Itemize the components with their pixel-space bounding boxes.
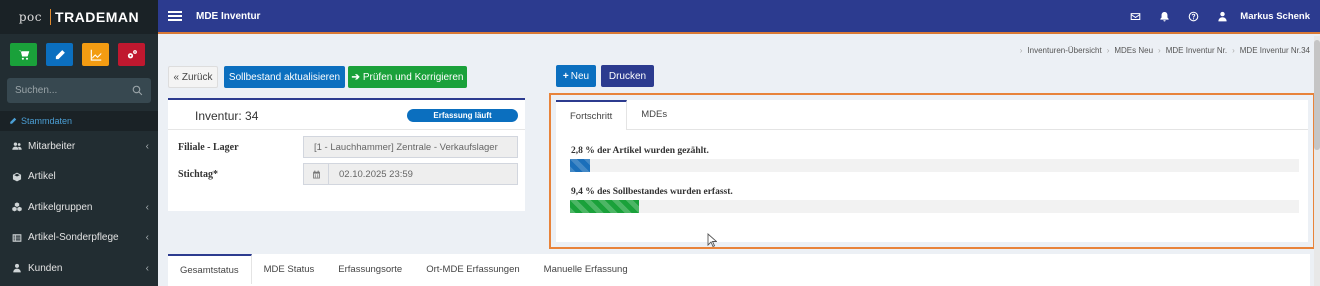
users-icon bbox=[12, 142, 22, 150]
chevron-left-icon: ‹ bbox=[145, 262, 149, 274]
tab-fortschritt[interactable]: Fortschritt bbox=[556, 100, 628, 130]
user-menu[interactable]: Markus Schenk bbox=[1217, 11, 1310, 22]
statistics-button[interactable] bbox=[82, 43, 109, 66]
inventory-title: Inventur: 34 bbox=[195, 109, 259, 123]
status-tabs-box: Gesamtstatus MDE Status Erfassungsorte O… bbox=[168, 254, 1310, 286]
top-header: MDE Inventur Markus Schenk bbox=[158, 0, 1320, 34]
date-value: 02.10.2025 23:59 bbox=[339, 168, 413, 180]
tab-ort-mde-erfassungen[interactable]: Ort-MDE Erfassungen bbox=[414, 254, 531, 284]
logo-separator bbox=[50, 9, 52, 25]
arrow-right-icon: ➔ bbox=[351, 71, 360, 83]
chevron-left-icon: ‹ bbox=[145, 140, 149, 152]
tab-mde-status[interactable]: MDE Status bbox=[252, 254, 327, 284]
search-icon[interactable] bbox=[132, 85, 143, 96]
edit-button[interactable] bbox=[46, 43, 73, 66]
bell-icon[interactable] bbox=[1159, 11, 1170, 22]
divider bbox=[168, 129, 525, 130]
check-correct-label: Prüfen und Korrigieren bbox=[362, 71, 464, 83]
cart-button[interactable] bbox=[10, 43, 37, 66]
cube-icon bbox=[12, 172, 22, 182]
plus-icon: + bbox=[562, 70, 569, 82]
sidebar-item-kunden[interactable]: Kunden ‹ bbox=[0, 253, 158, 284]
breadcrumb-item[interactable]: Inventuren-Übersicht bbox=[1027, 46, 1101, 55]
breadcrumb: › Inventuren-Übersicht › MDEs Neu › MDE … bbox=[1019, 46, 1310, 55]
chevron-left-icon: ‹ bbox=[145, 232, 149, 244]
sidebar-search bbox=[7, 78, 151, 103]
progress-label-articles: 2,8 % der Artikel wurden gezählt. bbox=[571, 146, 709, 156]
user-icon bbox=[1218, 11, 1227, 21]
branch-field: [1 - Lauchhammer] Zentrale - Verkaufslag… bbox=[303, 136, 518, 158]
date-label: Stichtag* bbox=[178, 169, 218, 180]
logo-poc: poc bbox=[18, 10, 43, 24]
sidebar-item-label: Artikel-Sonderpflege bbox=[28, 232, 119, 244]
sidebar-item-artikelgruppen[interactable]: Artikelgruppen ‹ bbox=[0, 192, 158, 223]
date-field: 02.10.2025 23:59 bbox=[303, 163, 518, 185]
progress-fill-stock bbox=[570, 200, 639, 213]
status-badge: Erfassung läuft bbox=[407, 109, 518, 122]
pencil-small-icon bbox=[10, 117, 17, 124]
tab-manuelle-erfassung[interactable]: Manuelle Erfassung bbox=[532, 254, 640, 284]
logo-brand: TRADEMAN bbox=[55, 9, 140, 25]
progress-fill-articles bbox=[570, 159, 591, 172]
branch-label: Filiale - Lager bbox=[178, 142, 239, 153]
progress-label-stock: 9,4 % des Sollbestandes wurden erfasst. bbox=[571, 187, 733, 197]
main-content: › Inventuren-Übersicht › MDEs Neu › MDE … bbox=[158, 36, 1320, 286]
progress-bar-articles bbox=[570, 159, 1299, 172]
sidebar-item-label: Mitarbeiter bbox=[28, 140, 76, 152]
sidebar-item-label: Artikel bbox=[28, 171, 56, 183]
app-logo[interactable]: poc TRADEMAN bbox=[0, 0, 158, 34]
print-button[interactable]: Drucken bbox=[601, 65, 654, 87]
pencil-icon bbox=[55, 49, 65, 59]
mouse-cursor-icon bbox=[707, 233, 717, 247]
new-button[interactable]: + Neu bbox=[556, 65, 596, 87]
chart-icon bbox=[90, 49, 101, 61]
scrollbar-thumb[interactable] bbox=[1314, 40, 1320, 150]
inventory-info-box: Inventur: 34 Erfassung läuft Filiale - L… bbox=[168, 98, 525, 211]
quick-actions bbox=[0, 34, 158, 66]
progress-box: Fortschritt MDEs 2,8 % der Artikel wurde… bbox=[549, 93, 1315, 249]
settings-button[interactable] bbox=[118, 43, 145, 66]
breadcrumb-current: MDE Inventur Nr.34 bbox=[1239, 46, 1310, 55]
cart-icon bbox=[18, 50, 29, 60]
section-stammdaten[interactable]: Stammdaten bbox=[0, 111, 158, 131]
user-icon bbox=[13, 264, 21, 273]
sidebar-item-artikel-sonderpflege[interactable]: Artikel-Sonderpflege ‹ bbox=[0, 223, 158, 254]
progress-tabs-panel: Fortschritt MDEs 2,8 % der Artikel wurde… bbox=[556, 100, 1308, 247]
new-label: Neu bbox=[570, 70, 590, 82]
page-scrollbar[interactable] bbox=[1314, 36, 1320, 286]
progress-bar-stock bbox=[570, 200, 1299, 213]
cubes-icon bbox=[12, 202, 22, 212]
chevron-left-icon: ‹ bbox=[145, 201, 149, 213]
menu-toggle-icon[interactable] bbox=[168, 9, 182, 23]
back-button[interactable]: « Zurück bbox=[168, 66, 218, 88]
breadcrumb-item[interactable]: MDE Inventur Nr. bbox=[1166, 46, 1227, 55]
status-tabbar: Gesamtstatus MDE Status Erfassungsorte O… bbox=[168, 254, 1310, 284]
sidebar: poc TRADEMAN Stammdaten Mitarbeiter ‹ bbox=[0, 0, 158, 286]
help-icon[interactable] bbox=[1188, 11, 1199, 22]
sidebar-item-label: Artikelgruppen bbox=[28, 201, 93, 213]
calendar-icon bbox=[304, 164, 329, 184]
sidebar-item-mitarbeiter[interactable]: Mitarbeiter ‹ bbox=[0, 131, 158, 162]
envelope-icon[interactable] bbox=[1130, 11, 1141, 22]
update-stock-button[interactable]: Sollbestand aktualisieren bbox=[224, 66, 345, 88]
sidebar-item-artikel[interactable]: Artikel bbox=[0, 162, 158, 193]
page-title: MDE Inventur bbox=[196, 10, 261, 22]
tab-erfassungsorte[interactable]: Erfassungsorte bbox=[326, 254, 414, 284]
check-correct-button[interactable]: ➔ Prüfen und Korrigieren bbox=[348, 66, 467, 88]
search-input[interactable] bbox=[15, 85, 115, 96]
sidebar-item-label: Kunden bbox=[28, 262, 63, 274]
progress-tabbar: Fortschritt MDEs bbox=[556, 100, 1308, 130]
tab-gesamtstatus[interactable]: Gesamtstatus bbox=[168, 254, 252, 284]
cogs-icon bbox=[127, 49, 137, 58]
section-label: Stammdaten bbox=[21, 116, 73, 126]
list-icon bbox=[12, 234, 22, 242]
tab-mdes[interactable]: MDEs bbox=[627, 100, 681, 129]
breadcrumb-item[interactable]: MDEs Neu bbox=[1114, 46, 1153, 55]
user-name: Markus Schenk bbox=[1240, 10, 1310, 22]
